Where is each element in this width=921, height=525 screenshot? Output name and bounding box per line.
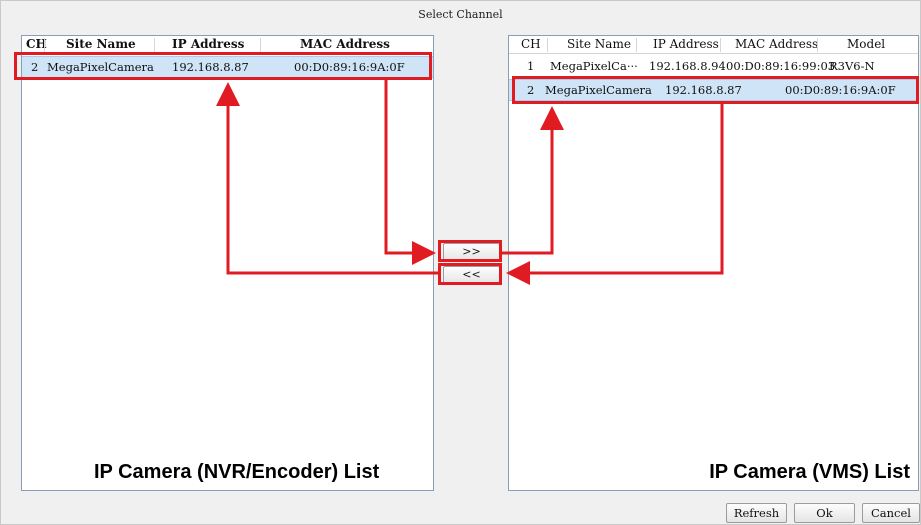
column-header-site-name[interactable]: Site Name — [567, 36, 631, 53]
vms-list-header: CH Site Name IP Address MAC Address Mode… — [509, 36, 918, 54]
column-divider[interactable] — [154, 38, 155, 52]
refresh-button[interactable]: Refresh — [726, 503, 787, 523]
cell-ip-address: 192.168.8.94 — [649, 59, 726, 73]
column-header-ip-address[interactable]: IP Address — [653, 36, 719, 53]
column-header-mac-address[interactable]: MAC Address — [735, 36, 818, 53]
table-row[interactable]: 2 MegaPixelCamera 192.168.8.87 00:D0:89:… — [509, 79, 918, 101]
move-left-button[interactable]: << — [443, 266, 500, 285]
column-header-ip-address[interactable]: IP Address — [172, 36, 244, 53]
nvr-list-header: CH Site Name IP Address MAC Address — [22, 36, 433, 54]
cell-site-name: MegaPixelCa··· — [550, 59, 638, 73]
table-row[interactable]: 1 MegaPixelCa··· 192.168.8.94 00:D0:89:1… — [509, 56, 918, 76]
column-divider[interactable] — [547, 38, 548, 52]
column-header-ch[interactable]: CH — [521, 36, 541, 53]
cell-ip-address: 192.168.8.87 — [665, 83, 742, 97]
vms-list-caption: IP Camera (VMS) List — [709, 461, 910, 483]
cell-mac-address: 00:D0:89:16:9A:0F — [785, 83, 896, 97]
cell-model: R3V6-N — [829, 59, 875, 73]
column-divider[interactable] — [44, 38, 45, 52]
column-divider[interactable] — [720, 38, 721, 52]
cancel-button[interactable]: Cancel — [862, 503, 920, 523]
nvr-camera-list[interactable]: CH Site Name IP Address MAC Address 2 Me… — [21, 35, 434, 491]
column-header-site-name[interactable]: Site Name — [66, 36, 136, 53]
cell-ch: 2 — [527, 83, 535, 97]
cell-ip-address: 192.168.8.87 — [172, 60, 249, 74]
nvr-list-caption: IP Camera (NVR/Encoder) List — [94, 461, 380, 483]
cell-mac-address: 00:D0:89:16:9A:0F — [294, 60, 405, 74]
column-divider[interactable] — [817, 38, 818, 52]
cell-site-name: MegaPixelCamera — [545, 83, 652, 97]
column-divider[interactable] — [636, 38, 637, 52]
cell-site-name: MegaPixelCamera — [47, 60, 154, 74]
cell-ch: 2 — [31, 60, 39, 74]
vms-camera-list[interactable]: CH Site Name IP Address MAC Address Mode… — [508, 35, 919, 491]
column-header-mac-address[interactable]: MAC Address — [300, 36, 390, 53]
column-header-model[interactable]: Model — [847, 36, 885, 53]
move-right-button[interactable]: >> — [443, 243, 500, 262]
ok-button[interactable]: Ok — [794, 503, 855, 523]
cell-ch: 1 — [527, 59, 535, 73]
table-row[interactable]: 2 MegaPixelCamera 192.168.8.87 00:D0:89:… — [22, 56, 433, 78]
cell-mac-address: 00:D0:89:16:99:03 — [726, 59, 836, 73]
column-divider[interactable] — [260, 38, 261, 52]
dialog-title: Select Channel — [418, 8, 503, 21]
